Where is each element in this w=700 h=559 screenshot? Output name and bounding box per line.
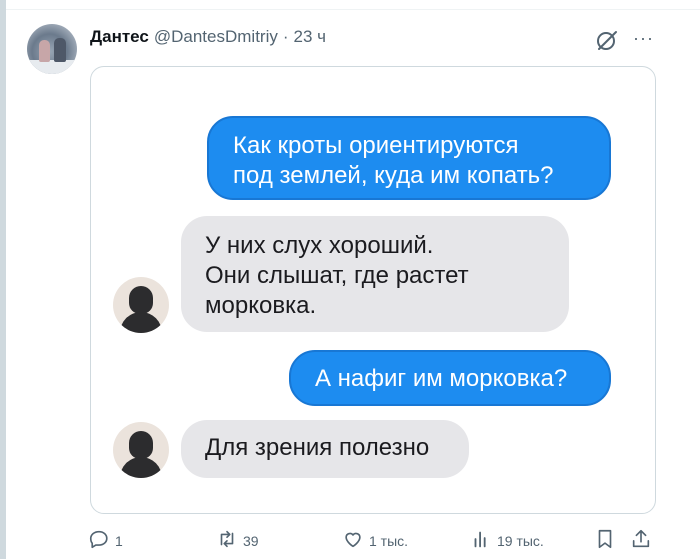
reply-count: 1 xyxy=(115,532,123,549)
repost-icon xyxy=(216,528,238,553)
heart-icon xyxy=(342,528,364,553)
chat-bubble-incoming: У них слух хороший. Они слышат, где раст… xyxy=(181,216,569,332)
message-line: А нафиг им морковка? xyxy=(315,365,568,392)
tweet-image[interactable]: Как кроты ориентируются под землей, куда… xyxy=(90,66,656,514)
message-line: Они слышат, где растет xyxy=(205,262,469,289)
message-line: У них слух хороший. xyxy=(205,232,434,259)
message-line: под землей, куда им копать? xyxy=(233,162,554,189)
tweet-actions: 1 39 1 тыс. 19 тыс. xyxy=(88,528,660,554)
reply-button[interactable]: 1 xyxy=(88,528,123,553)
bookmark-icon xyxy=(594,528,616,553)
repost-count: 39 xyxy=(243,532,259,549)
author-display-name[interactable]: Дантес xyxy=(90,27,149,47)
divider xyxy=(6,9,700,10)
more-icon[interactable]: ··· xyxy=(633,29,655,50)
like-count: 1 тыс. xyxy=(369,532,409,549)
reply-icon xyxy=(88,528,110,553)
message-line: Для зрения полезно xyxy=(205,434,430,461)
separator-dot: · xyxy=(282,27,289,46)
chat-bubble-incoming: Для зрения полезно xyxy=(181,420,469,478)
views-count: 19 тыс. xyxy=(497,532,544,549)
share-button[interactable] xyxy=(630,528,652,553)
tweet-time[interactable]: 23 ч xyxy=(294,27,327,47)
share-icon xyxy=(630,528,652,553)
timeline-border xyxy=(0,0,6,559)
bookmark-button[interactable] xyxy=(594,528,616,553)
views-icon xyxy=(470,528,492,553)
views-button[interactable]: 19 тыс. xyxy=(470,528,544,553)
author-handle[interactable]: @DantesDmitriy xyxy=(154,27,278,47)
contact-avatar xyxy=(113,277,169,333)
message-line: Как кроты ориентируются xyxy=(233,132,519,159)
tweet-header: Дантес @DantesDmitriy · 23 ч xyxy=(90,27,326,47)
like-button[interactable]: 1 тыс. xyxy=(342,528,408,553)
author-avatar[interactable] xyxy=(27,24,77,74)
grok-icon[interactable] xyxy=(595,28,619,52)
tweet: Дантес @DantesDmitriy · 23 ч ··· Как кро… xyxy=(0,0,700,559)
chat-bubble-outgoing: Как кроты ориентируются под землей, куда… xyxy=(207,116,611,200)
chat-bubble-outgoing: А нафиг им морковка? xyxy=(289,350,611,406)
message-line: морковка. xyxy=(205,292,317,319)
repost-button[interactable]: 39 xyxy=(216,528,259,553)
contact-avatar xyxy=(113,422,169,478)
